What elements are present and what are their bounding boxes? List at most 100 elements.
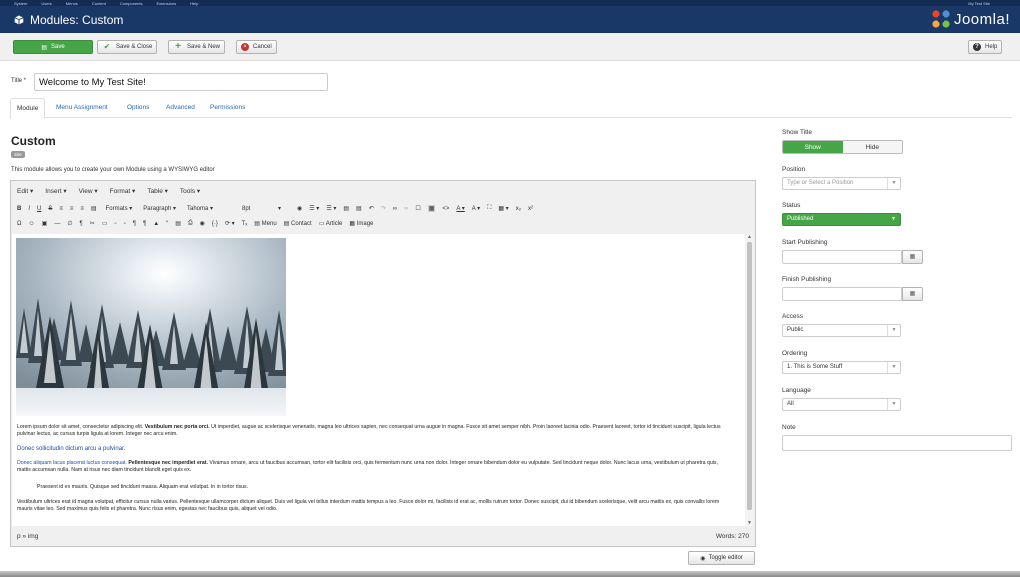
emoticon-icon[interactable]: ☺ xyxy=(29,221,35,227)
binoculars-icon[interactable]: ◉ xyxy=(297,205,302,212)
save-new-button[interactable]: + Save & New xyxy=(168,40,226,54)
body-paragraph-2[interactable]: Donec sollicitudin dictum arcu a pulvina… xyxy=(17,446,732,453)
subscript-icon[interactable]: x₂ xyxy=(516,206,521,212)
element-path[interactable]: p » img xyxy=(17,533,38,540)
background-color-icon[interactable]: A ▾ xyxy=(472,205,480,212)
system-menu-item[interactable]: Content xyxy=(92,1,106,6)
scroll-down-icon[interactable]: ▼ xyxy=(747,520,752,526)
contact-insert-button[interactable]: ▤ Contact xyxy=(284,220,312,227)
formats-dropdown[interactable]: Formats ▾ xyxy=(104,205,135,212)
visual-blocks-icon[interactable]: {·} xyxy=(212,221,218,227)
image-insert-button[interactable]: ▦ Image xyxy=(349,220,373,227)
start-publishing-input[interactable] xyxy=(782,250,902,264)
article-insert-button[interactable]: ▭ Article xyxy=(319,220,343,227)
menu-insert-button[interactable]: ▤ Menu xyxy=(254,220,276,227)
template-icon[interactable]: ▤ xyxy=(175,220,181,227)
italic-icon[interactable]: I xyxy=(28,206,30,212)
status-select[interactable]: Published ▼ xyxy=(782,213,901,226)
code-icon[interactable]: <> xyxy=(442,206,449,212)
align-right-icon[interactable]: ≡ xyxy=(80,206,84,212)
superscript-icon[interactable]: x² xyxy=(528,206,533,212)
link-icon[interactable]: ∞ xyxy=(393,206,397,212)
font-size-dropdown[interactable]: 8pt ▾ xyxy=(240,205,290,212)
show-title-hide[interactable]: Hide xyxy=(842,141,902,153)
undo-icon[interactable]: ↶ xyxy=(369,205,374,212)
calendar-icon[interactable]: ▦ xyxy=(902,250,923,264)
note-input[interactable] xyxy=(782,435,1012,451)
save-button[interactable]: ▤ Save xyxy=(13,40,93,54)
menu-format[interactable]: Format ▾ xyxy=(110,187,136,195)
tab-module[interactable]: Module xyxy=(10,98,46,119)
menu-table[interactable]: Table ▾ xyxy=(147,187,168,195)
paste-text-icon[interactable]: ▫ xyxy=(124,221,126,227)
save-close-button[interactable]: ✔ Save & Close xyxy=(97,40,158,54)
editor-scrollbar[interactable]: ▲ ▼ xyxy=(745,234,754,526)
menu-insert[interactable]: Insert ▾ xyxy=(45,187,66,195)
system-menu-item[interactable]: Users xyxy=(41,1,51,6)
body-paragraph-3[interactable]: Donec aliquam lacus placerat luctus cons… xyxy=(17,460,732,474)
remove-format-icon[interactable]: Tₓ xyxy=(242,221,248,227)
cut-icon[interactable]: ✂ xyxy=(90,220,95,227)
system-menu-item[interactable]: Extensions xyxy=(157,1,177,6)
table-icon[interactable]: ▦ ▾ xyxy=(498,205,508,212)
horizontal-rule-icon[interactable]: — xyxy=(54,221,60,227)
rtl-icon[interactable]: ¶ xyxy=(143,221,146,227)
nonbreaking-icon[interactable]: ¶ xyxy=(80,221,83,227)
clear-format-icon[interactable]: ∅ xyxy=(67,220,72,227)
align-justify-icon[interactable]: ▤ xyxy=(91,205,97,212)
fullscreen-icon[interactable]: ⛶ xyxy=(487,205,491,212)
indent-icon[interactable]: ▤ xyxy=(356,205,362,212)
position-select[interactable]: Type or Select a Position ▼ xyxy=(782,177,901,190)
menu-edit[interactable]: Edit ▾ xyxy=(17,187,33,195)
blockquote-icon[interactable]: “ xyxy=(166,221,168,227)
paste-icon[interactable]: ▫ xyxy=(114,221,116,227)
menu-tools[interactable]: Tools ▾ xyxy=(180,187,200,195)
body-paragraph-5[interactable]: Vestibulum ultrices erat id magna volutp… xyxy=(17,499,732,513)
bullet-list-icon[interactable]: ☰ ▾ xyxy=(309,205,319,212)
body-paragraph-1[interactable]: Lorem ipsum dolor sit amet, consectetur … xyxy=(17,424,732,438)
scroll-up-icon[interactable]: ▲ xyxy=(747,234,752,240)
menu-view[interactable]: View ▾ xyxy=(79,187,98,195)
insert-image-icon[interactable]: ▲ xyxy=(153,221,159,227)
unlink-icon[interactable]: ∞ xyxy=(404,206,408,212)
redo-icon[interactable]: ↷ xyxy=(381,205,386,212)
align-left-icon[interactable]: ≡ xyxy=(59,206,63,212)
image-icon[interactable]: ▦ xyxy=(427,205,436,212)
system-menu-item[interactable]: Menus xyxy=(66,1,78,6)
visual-chars-icon[interactable]: ⟳ ▾ xyxy=(225,220,235,227)
underline-icon[interactable]: U xyxy=(37,206,41,212)
site-link[interactable]: My Test Site xyxy=(968,1,990,6)
access-select[interactable]: Public ▼ xyxy=(782,324,901,337)
ltr-icon[interactable]: ¶ xyxy=(133,221,136,227)
cancel-button[interactable]: × Cancel xyxy=(236,40,277,54)
outdent-icon[interactable]: ▤ xyxy=(343,205,349,212)
bold-icon[interactable]: B xyxy=(17,206,21,212)
language-select[interactable]: All ▼ xyxy=(782,398,901,411)
system-menu-item[interactable]: Help xyxy=(190,1,198,6)
calendar-icon[interactable]: ▦ xyxy=(902,287,923,301)
copy-icon[interactable]: ▭ xyxy=(102,220,108,227)
numbered-list-icon[interactable]: ☰ ▾ xyxy=(326,205,336,212)
system-menu-item[interactable]: System xyxy=(14,1,27,6)
tab-options[interactable]: Options xyxy=(121,98,155,118)
strikethrough-icon[interactable]: S xyxy=(48,206,52,212)
ordering-select[interactable]: 1. This is Some Stuff ▼ xyxy=(782,361,901,374)
tab-advanced[interactable]: Advanced xyxy=(160,98,201,118)
omega-icon[interactable]: Ω xyxy=(17,221,22,227)
align-center-icon[interactable]: ≡ xyxy=(70,206,74,212)
text-color-icon[interactable]: A ▾ xyxy=(456,205,464,212)
print-icon[interactable]: ⎙ xyxy=(188,220,193,227)
toggle-editor-button[interactable]: ◉ Toggle editor xyxy=(688,551,755,565)
tab-menu-assignment[interactable]: Menu Assignment xyxy=(50,98,114,118)
title-input[interactable]: Welcome to My Test Site! xyxy=(34,73,328,91)
show-title-show[interactable]: Show xyxy=(783,141,843,153)
paragraph-dropdown[interactable]: Paragraph ▾ xyxy=(141,205,178,212)
joomla-logo[interactable]: Joomla! xyxy=(931,9,1010,29)
system-menu-item[interactable]: Components xyxy=(120,1,143,6)
scrollbar-thumb[interactable] xyxy=(747,242,752,510)
media-icon[interactable]: ▣ xyxy=(42,220,48,227)
help-button[interactable]: ? Help xyxy=(968,40,1003,54)
body-paragraph-4[interactable]: Praesent id ex mauris. Quisque sed tinci… xyxy=(17,484,732,491)
editor-content[interactable]: Lorem ipsum dolor sit amet, consectetur … xyxy=(12,234,745,526)
anchor-icon[interactable]: ☐ xyxy=(415,205,420,212)
